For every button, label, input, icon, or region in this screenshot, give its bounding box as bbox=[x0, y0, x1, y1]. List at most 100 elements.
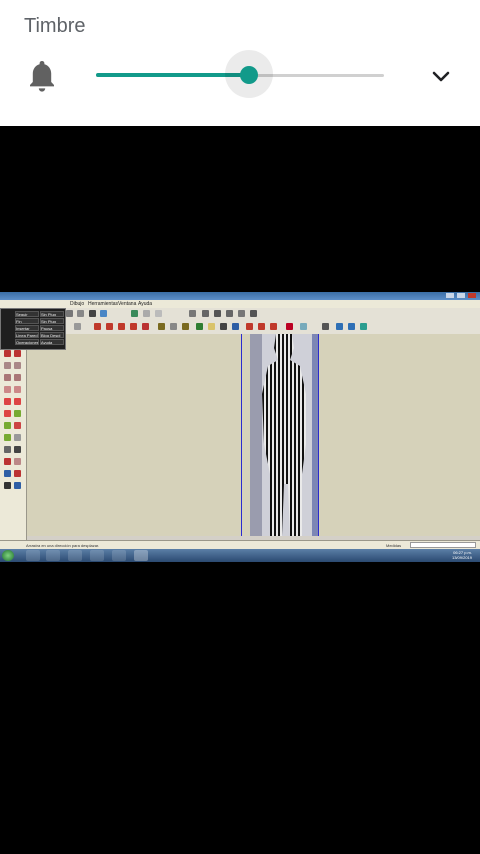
tool-icon bbox=[196, 323, 203, 330]
tool-icon bbox=[14, 482, 21, 489]
tool-icon bbox=[348, 323, 355, 330]
slider-thumb[interactable] bbox=[240, 66, 258, 84]
folder-icon bbox=[90, 550, 104, 561]
tool-icon bbox=[14, 470, 21, 477]
tool-icon bbox=[238, 310, 245, 317]
tool-sidebar bbox=[0, 334, 27, 540]
bell-icon[interactable] bbox=[28, 59, 56, 93]
menu-item: Herramientas bbox=[88, 301, 119, 307]
status-message: Arrastra en una dirección para desplazar… bbox=[26, 543, 100, 548]
tool-icon bbox=[14, 374, 21, 381]
maximize-icon bbox=[457, 293, 465, 298]
tool-icon bbox=[14, 410, 21, 417]
tool-icon bbox=[246, 323, 253, 330]
tool-icon bbox=[170, 323, 177, 330]
tool-icon bbox=[130, 323, 137, 330]
menu-item: Dibujo bbox=[70, 301, 85, 307]
tool-icon bbox=[131, 310, 138, 317]
panel-cell: Ayuda bbox=[40, 339, 64, 345]
tool-icon bbox=[226, 310, 233, 317]
volume-title: Timbre bbox=[24, 15, 86, 37]
tool-icon bbox=[4, 458, 11, 465]
tool-icon bbox=[214, 310, 221, 317]
tool-icon bbox=[202, 310, 209, 317]
tool-icon bbox=[4, 446, 11, 453]
start-icon bbox=[2, 550, 14, 561]
media-player-icon bbox=[46, 550, 60, 561]
close-icon bbox=[468, 293, 476, 298]
tool-icon bbox=[286, 323, 293, 330]
guide-line bbox=[241, 334, 242, 536]
tool-icon bbox=[208, 323, 215, 330]
tool-icon bbox=[14, 446, 21, 453]
panel-cell: Sin Plug bbox=[40, 311, 64, 317]
tool-icon bbox=[4, 410, 11, 417]
tool-icon bbox=[220, 323, 227, 330]
tool-icon bbox=[100, 310, 107, 317]
tool-icon bbox=[4, 362, 11, 369]
menu-item: Ayuda bbox=[138, 301, 153, 307]
tool-icon bbox=[77, 310, 84, 317]
panel-cell: Pausa bbox=[40, 325, 64, 331]
tool-icon bbox=[322, 323, 329, 330]
panel-cell: Linea Pared bbox=[15, 332, 39, 338]
toolbar-main bbox=[0, 320, 480, 335]
measure-field bbox=[410, 542, 476, 548]
tool-icon bbox=[14, 434, 21, 441]
menu-item: Ventana bbox=[118, 301, 137, 307]
tool-icon bbox=[155, 310, 162, 317]
panel-cell: Bloq Despl bbox=[40, 332, 64, 338]
menu-bar: Dibujo Herramientas Ventana Ayuda bbox=[0, 300, 480, 308]
tool-icon bbox=[4, 350, 11, 357]
tool-icon bbox=[300, 323, 307, 330]
tool-icon bbox=[336, 323, 343, 330]
tool-icon bbox=[4, 374, 11, 381]
panel-cell: Insertar bbox=[15, 325, 39, 331]
video-frame[interactable]: Dibujo Herramientas Ventana Ayuda Seguir… bbox=[0, 292, 480, 562]
folder-icon bbox=[26, 550, 40, 561]
tool-icon bbox=[118, 323, 125, 330]
striped-figure bbox=[250, 334, 318, 536]
tool-icon bbox=[14, 398, 21, 405]
window-titlebar bbox=[0, 292, 480, 300]
tool-icon bbox=[4, 398, 11, 405]
tool-icon bbox=[360, 323, 367, 330]
tool-icon bbox=[4, 386, 11, 393]
tool-icon bbox=[14, 362, 21, 369]
tool-icon bbox=[94, 323, 101, 330]
toolbar-top bbox=[0, 308, 480, 320]
panel-cell: Fin bbox=[15, 318, 39, 324]
tool-icon bbox=[142, 323, 149, 330]
tool-icon bbox=[4, 470, 11, 477]
tool-icon bbox=[258, 323, 265, 330]
floating-panel: Seguir Sin Plug Fin Sin Plug Insertar Pa… bbox=[0, 308, 66, 350]
tool-icon bbox=[14, 458, 21, 465]
tool-icon bbox=[189, 310, 196, 317]
tool-icon bbox=[4, 422, 11, 429]
tool-icon bbox=[270, 323, 277, 330]
tool-icon bbox=[14, 350, 21, 357]
sketchup-icon bbox=[134, 550, 148, 561]
tool-icon bbox=[232, 323, 239, 330]
network-icon bbox=[112, 550, 126, 561]
tool-icon bbox=[4, 434, 11, 441]
firefox-icon bbox=[68, 550, 82, 561]
panel-cell: Seguir bbox=[15, 311, 39, 317]
tool-icon bbox=[74, 323, 81, 330]
tool-icon bbox=[14, 386, 21, 393]
tool-icon bbox=[250, 310, 257, 317]
taskbar: 06:27 p.m. 13/09/2019 bbox=[0, 549, 480, 562]
minimize-icon bbox=[446, 293, 454, 298]
panel-cell: Sin Plug bbox=[40, 318, 64, 324]
tool-icon bbox=[182, 323, 189, 330]
guide-line bbox=[318, 334, 319, 536]
chevron-down-icon[interactable] bbox=[428, 64, 454, 90]
tool-icon bbox=[4, 482, 11, 489]
clock-date: 13/09/2019 bbox=[451, 554, 472, 560]
tool-icon bbox=[14, 422, 21, 429]
volume-slider[interactable] bbox=[96, 50, 384, 98]
tool-icon bbox=[89, 310, 96, 317]
tool-icon bbox=[66, 310, 73, 317]
tool-icon bbox=[143, 310, 150, 317]
tray-clock: 06:27 p.m. 13/09/2019 bbox=[451, 550, 472, 560]
